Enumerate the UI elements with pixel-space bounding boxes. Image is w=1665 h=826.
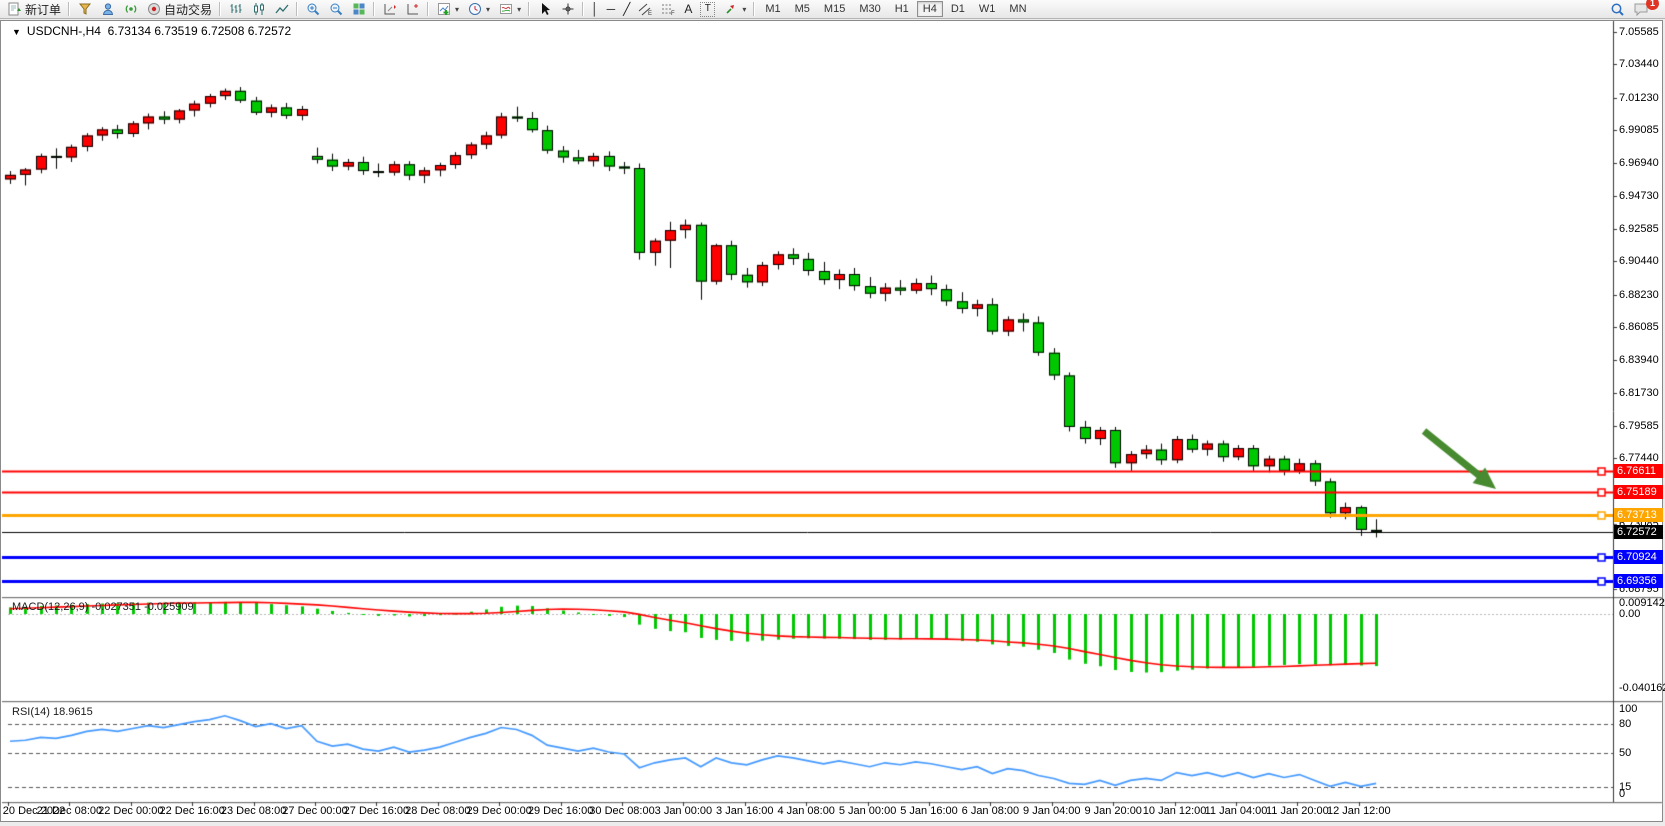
clock-icon	[467, 2, 482, 17]
community-button[interactable]	[96, 1, 119, 18]
timeframe-group: M1M5M15M30H1H4D1W1MN	[758, 1, 1033, 17]
cursor-icon	[537, 2, 552, 17]
timeframe-button-w1[interactable]: W1	[973, 1, 1002, 17]
vertical-line-tool-button[interactable]: │	[587, 1, 603, 18]
search-button[interactable]	[1606, 1, 1629, 18]
vertical-line-icon: │	[591, 2, 599, 16]
profile-button[interactable]	[73, 1, 96, 18]
template-button[interactable]: ▾	[494, 1, 525, 18]
cursor-tool-button[interactable]	[533, 1, 556, 18]
tile-windows-icon	[351, 2, 366, 17]
zoom-in-button[interactable]	[301, 1, 324, 18]
auto-trading-button[interactable]: 自动交易	[142, 1, 216, 18]
equidistant-channel-icon: E	[638, 2, 653, 17]
dropdown-caret: ▾	[455, 5, 459, 14]
arrows-tool-button[interactable]: ▾	[719, 1, 750, 18]
text-label-icon: T	[700, 2, 715, 17]
auto-scroll-button[interactable]	[378, 1, 401, 18]
fibo-sub-label: F	[671, 11, 675, 16]
separator	[427, 2, 429, 16]
tile-windows-button[interactable]	[347, 1, 370, 18]
timeframe-button-m1[interactable]: M1	[759, 1, 786, 17]
bar-chart-button[interactable]	[224, 1, 247, 18]
auto-scroll-icon	[382, 2, 397, 17]
chart-shift-button[interactable]	[401, 1, 424, 18]
auto-trading-icon	[146, 2, 161, 17]
toolbar: 新订单 自动交易 ▾ ▾ ▾ │ ─	[0, 0, 1665, 19]
separator	[528, 2, 530, 16]
zoom-in-icon	[305, 2, 320, 17]
new-order-button[interactable]: 新订单	[3, 1, 65, 18]
candlestick-chart-icon	[251, 2, 266, 17]
notification-badge: 1	[1646, 0, 1659, 10]
search-icon	[1610, 2, 1625, 17]
separator	[373, 2, 375, 16]
separator	[582, 2, 584, 16]
timeframe-button-h1[interactable]: H1	[889, 1, 915, 17]
timeframe-button-m30[interactable]: M30	[853, 1, 886, 17]
candlestick-chart-button[interactable]	[247, 1, 270, 18]
new-order-icon	[7, 2, 22, 17]
horizontal-line-icon: ─	[607, 2, 616, 16]
separator	[753, 2, 755, 16]
separator	[296, 2, 298, 16]
timeframe-button-d1[interactable]: D1	[945, 1, 971, 17]
label-tool-button[interactable]: T	[696, 1, 719, 18]
dropdown-caret: ▾	[517, 5, 521, 14]
timeframe-button-m5[interactable]: M5	[789, 1, 816, 17]
channel-sub-label: E	[648, 11, 652, 16]
trendline-icon: ╱	[623, 2, 630, 16]
separator	[219, 2, 221, 16]
add-indicator-icon	[436, 2, 451, 17]
chat-button[interactable]: 1	[1629, 1, 1652, 18]
horizontal-line-tool-button[interactable]: ─	[603, 1, 620, 18]
new-order-label: 新订单	[25, 1, 61, 18]
trendline-tool-button[interactable]: ╱	[619, 1, 634, 18]
timeframe-button-m15[interactable]: M15	[818, 1, 851, 17]
signals-button[interactable]	[119, 1, 142, 18]
chart-canvas[interactable]	[0, 0, 1665, 826]
crosshair-tool-button[interactable]	[556, 1, 579, 18]
period-button[interactable]: ▾	[463, 1, 494, 18]
channel-tool-button[interactable]: E	[634, 1, 657, 18]
fibonacci-icon: F	[661, 2, 676, 17]
bar-chart-icon	[228, 2, 243, 17]
dropdown-caret: ▾	[742, 5, 746, 14]
line-chart-icon	[274, 2, 289, 17]
dropdown-caret: ▾	[486, 5, 490, 14]
signal-icon	[123, 2, 138, 17]
text-tool-button[interactable]: A	[680, 1, 696, 18]
zoom-out-button[interactable]	[324, 1, 347, 18]
user-icon	[100, 2, 115, 17]
zoom-out-icon	[328, 2, 343, 17]
add-indicator-button[interactable]: ▾	[432, 1, 463, 18]
fibonacci-tool-button[interactable]: F	[657, 1, 680, 18]
auto-trading-label: 自动交易	[164, 1, 212, 18]
timeframe-button-h4[interactable]: H4	[917, 1, 943, 17]
crosshair-icon	[560, 2, 575, 17]
funnel-icon	[77, 2, 92, 17]
timeframe-button-mn[interactable]: MN	[1003, 1, 1032, 17]
arrow-shapes-icon	[723, 2, 738, 17]
chart-shift-icon	[405, 2, 420, 17]
separator	[68, 2, 70, 16]
template-icon	[498, 2, 513, 17]
text-icon: A	[684, 2, 692, 16]
line-chart-button[interactable]	[270, 1, 293, 18]
